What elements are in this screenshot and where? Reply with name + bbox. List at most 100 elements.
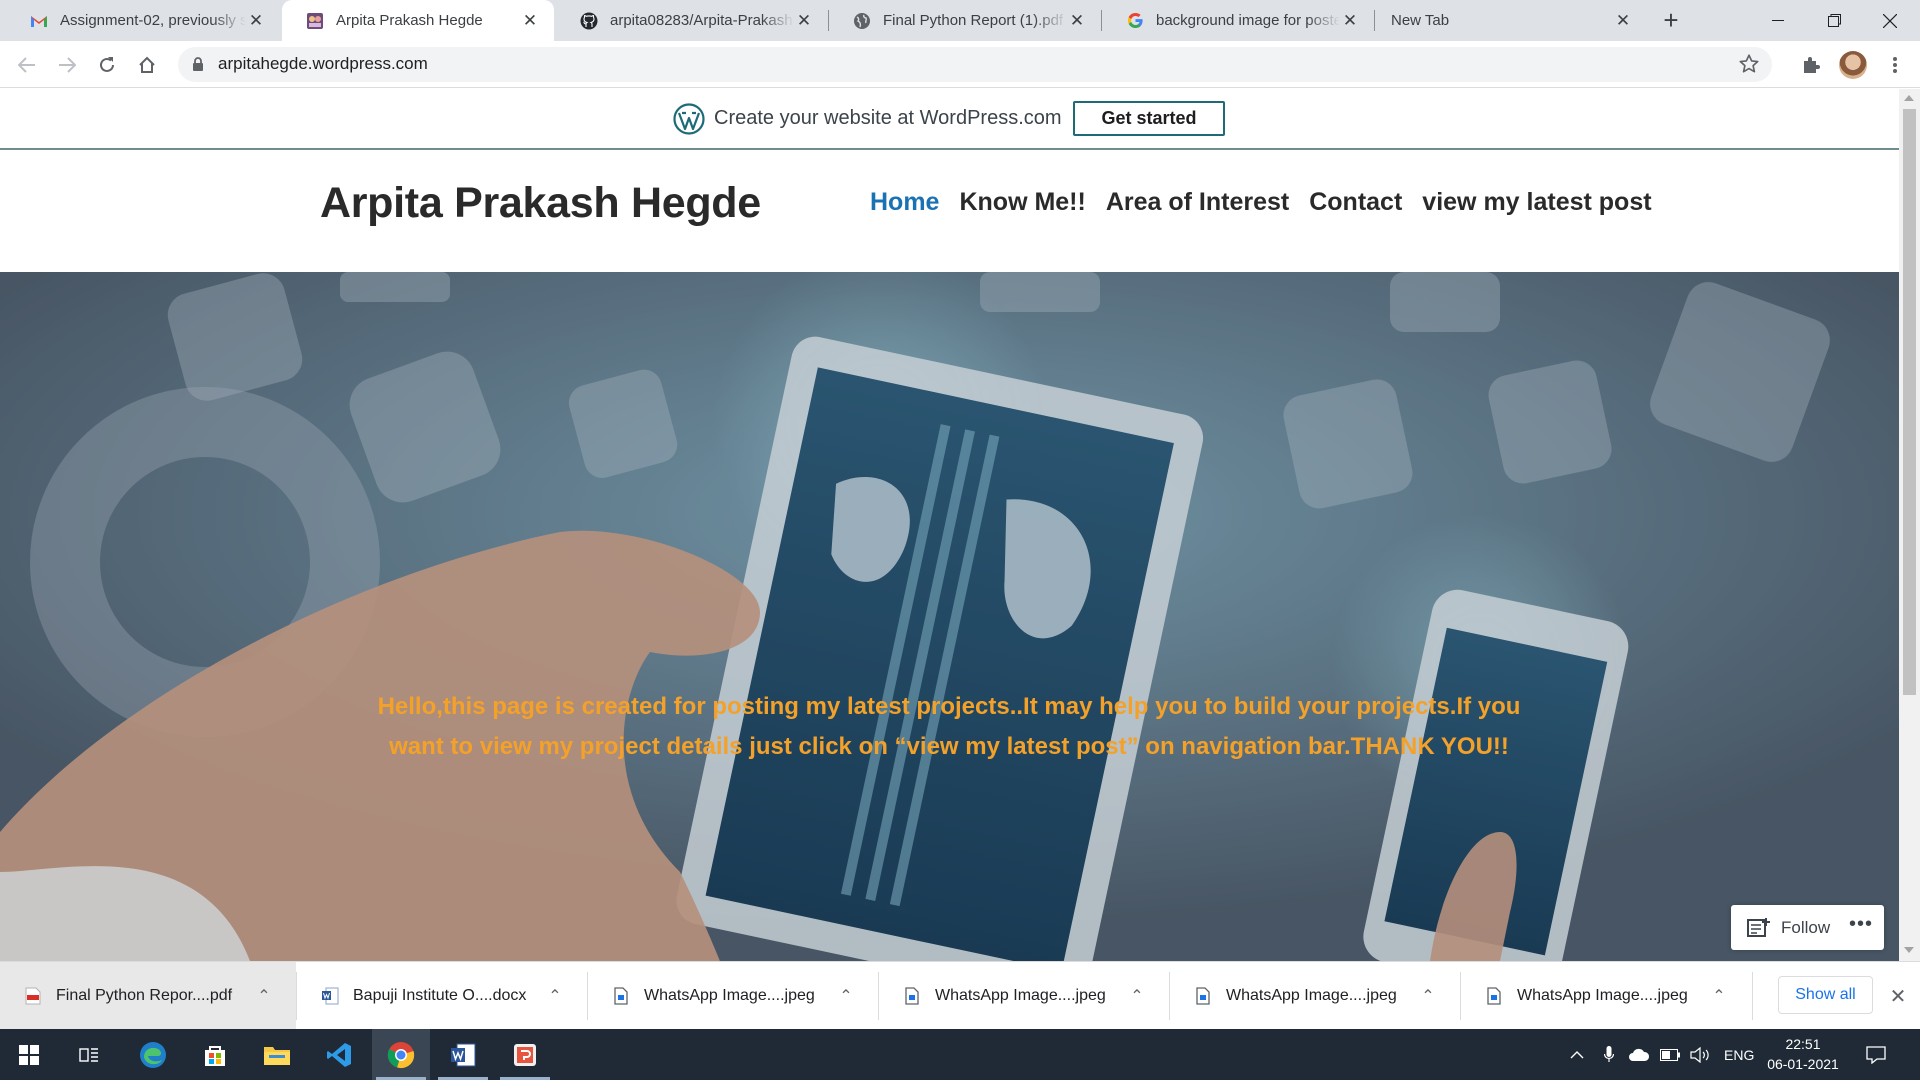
bookmark-star-icon[interactable] — [1738, 53, 1760, 80]
close-tab-icon[interactable]: ✕ — [1067, 11, 1087, 31]
folder-icon — [264, 1046, 290, 1065]
close-tab-icon[interactable]: ✕ — [1340, 11, 1360, 31]
forward-button[interactable] — [52, 50, 82, 80]
chrome-taskbar-button[interactable] — [372, 1029, 430, 1080]
download-item[interactable]: WhatsApp Image....jpeg ⌃ — [879, 962, 1169, 1030]
extensions-button[interactable] — [1796, 50, 1826, 80]
close-tab-icon[interactable]: ✕ — [246, 11, 266, 31]
tab-gmail[interactable]: Assignment-02, previously seen ✕ — [6, 0, 280, 41]
wordpress-logo-icon — [673, 103, 705, 140]
clock-time: 22:51 — [1785, 1036, 1821, 1052]
close-tab-icon[interactable]: ✕ — [1613, 11, 1633, 31]
profile-avatar[interactable] — [1839, 51, 1867, 79]
presentation-app-taskbar-button[interactable] — [496, 1029, 554, 1080]
file-explorer-taskbar-button[interactable] — [248, 1029, 306, 1080]
wordpress-promo-text[interactable]: Create your website at WordPress.com — [714, 107, 1062, 130]
vscode-taskbar-button[interactable] — [310, 1029, 368, 1080]
forward-arrow-icon — [59, 57, 76, 73]
tab-arpita-site[interactable]: Arpita Prakash Hegde ✕ — [282, 0, 554, 41]
store-bag-icon — [205, 1045, 225, 1066]
download-shelf: Final Python Repor....pdf ⌃ Bapuji Insti… — [0, 961, 1920, 1030]
download-item[interactable]: WhatsApp Image....jpeg ⌃ — [1461, 962, 1751, 1030]
windows-taskbar: ENG 22:51 06-01-2021 — [0, 1029, 1920, 1080]
github-icon — [580, 12, 598, 30]
scroll-down-icon[interactable] — [1904, 947, 1914, 953]
site-header: Arpita Prakash Hegde Home Know Me!! Area… — [0, 152, 1899, 272]
get-started-button[interactable]: Get started — [1073, 101, 1225, 136]
tab-title: background image for poster — [1156, 12, 1340, 29]
task-view-button[interactable] — [60, 1029, 118, 1080]
site-title[interactable]: Arpita Prakash Hegde — [320, 179, 761, 228]
edge-taskbar-button[interactable] — [124, 1029, 182, 1080]
chevron-up-icon[interactable]: ⌃ — [1418, 986, 1438, 1006]
volume-icon[interactable] — [1690, 1029, 1710, 1080]
start-button[interactable] — [0, 1029, 58, 1080]
restore-button[interactable] — [1806, 0, 1862, 41]
battery-icon[interactable] — [1660, 1029, 1680, 1080]
address-bar[interactable]: arpitahegde.wordpress.com — [178, 47, 1772, 82]
close-shelf-icon[interactable]: ✕ — [1884, 982, 1912, 1010]
chevron-up-icon[interactable]: ⌃ — [545, 986, 565, 1006]
close-tab-icon[interactable]: ✕ — [520, 11, 540, 31]
windows-logo-icon — [19, 1044, 39, 1065]
word-taskbar-button[interactable] — [434, 1029, 492, 1080]
nav-contact[interactable]: Contact — [1309, 188, 1402, 217]
lock-icon[interactable] — [192, 57, 204, 77]
tab-title: Assignment-02, previously seen — [60, 12, 246, 29]
download-filename[interactable]: Final Python Repor....pdf — [56, 987, 254, 1005]
task-view-icon — [79, 1047, 98, 1062]
tab-github[interactable]: arpita08283/Arpita-Prakash-Hegde ✕ — [556, 0, 828, 41]
download-filename[interactable]: Bapuji Institute O....docx — [353, 987, 545, 1005]
follow-reader-icon — [1747, 917, 1771, 944]
gmail-icon — [30, 12, 48, 30]
close-icon — [1883, 13, 1897, 28]
minimize-button[interactable] — [1750, 0, 1806, 41]
download-item[interactable]: WhatsApp Image....jpeg ⌃ — [588, 962, 878, 1030]
new-tab-button[interactable]: + — [1656, 6, 1686, 36]
tab-python-report[interactable]: Final Python Report (1).pdf ✕ — [829, 0, 1101, 41]
microphone-icon[interactable] — [1604, 1029, 1614, 1080]
chevron-up-icon[interactable]: ⌃ — [836, 986, 856, 1006]
notifications-button[interactable] — [1866, 1029, 1886, 1080]
download-filename[interactable]: WhatsApp Image....jpeg — [935, 987, 1127, 1005]
google-icon — [1126, 12, 1144, 30]
download-filename[interactable]: WhatsApp Image....jpeg — [1517, 987, 1709, 1005]
tab-new-tab[interactable]: New Tab ✕ — [1375, 0, 1647, 41]
chevron-up-icon — [1570, 1050, 1584, 1058]
follow-widget[interactable]: Follow ••• — [1731, 905, 1884, 950]
close-window-button[interactable] — [1862, 0, 1918, 41]
page-scrollbar[interactable] — [1899, 89, 1920, 961]
language-indicator[interactable]: ENG — [1724, 1029, 1754, 1080]
chrome-menu-button[interactable] — [1880, 50, 1910, 80]
nav-know-me[interactable]: Know Me!! — [959, 188, 1085, 217]
more-options-button[interactable]: ••• — [1849, 913, 1873, 936]
url-text[interactable]: arpitahegde.wordpress.com — [218, 54, 428, 74]
download-filename[interactable]: WhatsApp Image....jpeg — [644, 987, 836, 1005]
store-taskbar-button[interactable] — [186, 1029, 244, 1080]
tab-google-search[interactable]: background image for poster ✕ — [1102, 0, 1374, 41]
system-clock[interactable]: 22:51 06-01-2021 — [1758, 1034, 1848, 1074]
download-filename[interactable]: WhatsApp Image....jpeg — [1226, 987, 1418, 1005]
reload-button[interactable] — [92, 50, 122, 80]
download-item[interactable]: Final Python Repor....pdf ⌃ — [0, 962, 296, 1030]
hero-background-image — [0, 272, 1899, 961]
follow-button[interactable]: Follow — [1781, 918, 1830, 938]
nav-home[interactable]: Home — [870, 188, 939, 217]
show-all-button[interactable]: Show all — [1778, 976, 1873, 1014]
home-button[interactable] — [132, 50, 162, 80]
download-item[interactable]: WhatsApp Image....jpeg ⌃ — [1170, 962, 1460, 1030]
nav-area-of-interest[interactable]: Area of Interest — [1106, 188, 1289, 217]
back-arrow-icon — [18, 57, 35, 73]
chevron-up-icon[interactable]: ⌃ — [1709, 986, 1729, 1006]
download-item[interactable]: Bapuji Institute O....docx ⌃ — [297, 962, 587, 1030]
chevron-up-icon[interactable]: ⌃ — [1127, 986, 1147, 1006]
back-button[interactable] — [12, 50, 42, 80]
chevron-up-icon[interactable]: ⌃ — [254, 986, 274, 1006]
show-hidden-icons-button[interactable] — [1570, 1029, 1584, 1080]
onedrive-cloud-icon[interactable] — [1628, 1029, 1650, 1080]
scrollbar-thumb[interactable] — [1903, 109, 1916, 695]
scroll-up-icon[interactable] — [1904, 95, 1914, 101]
close-tab-icon[interactable]: ✕ — [794, 11, 814, 31]
nav-latest-post[interactable]: view my latest post — [1422, 188, 1651, 217]
clock-date: 06-01-2021 — [1767, 1056, 1839, 1072]
